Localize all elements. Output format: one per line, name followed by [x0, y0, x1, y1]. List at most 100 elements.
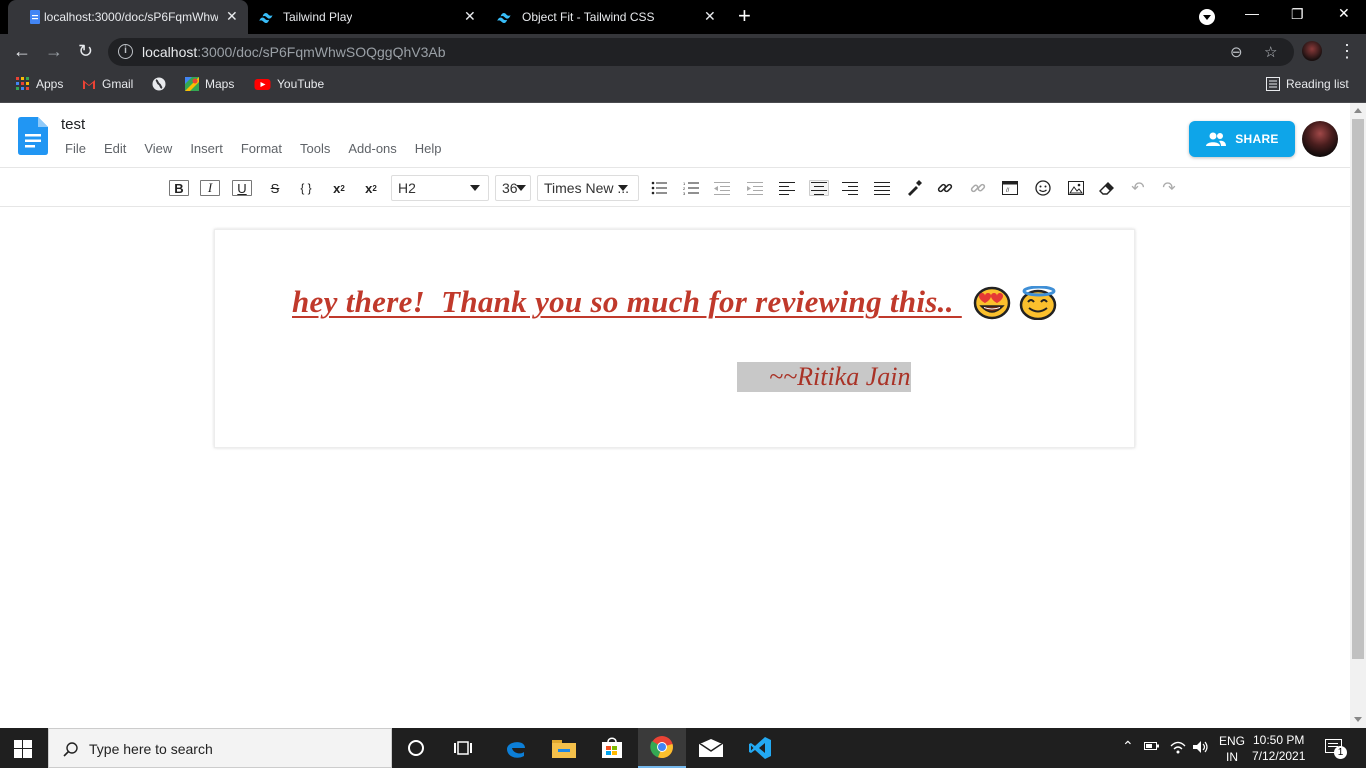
- cortana-icon[interactable]: [402, 734, 430, 762]
- forward-arrow-icon[interactable]: →: [45, 41, 63, 62]
- close-tab-icon[interactable]: ✕: [226, 8, 238, 25]
- chrome-taskbar-icon[interactable]: [638, 728, 686, 768]
- edge-browser-icon[interactable]: [502, 734, 530, 762]
- redo-icon[interactable]: ↷: [1159, 178, 1179, 198]
- undo-icon[interactable]: ↶: [1128, 178, 1148, 198]
- bookmark-maps[interactable]: Maps: [185, 77, 234, 91]
- taskbar-search-box[interactable]: Type here to search: [48, 728, 392, 768]
- wifi-icon[interactable]: [1170, 740, 1186, 757]
- scroll-down-arrow-icon[interactable]: [1354, 717, 1362, 722]
- italic-button[interactable]: I: [200, 180, 220, 196]
- heading-select[interactable]: H2: [391, 175, 489, 201]
- reload-icon[interactable]: ↻: [78, 41, 93, 62]
- bookmark-star-icon[interactable]: ☆: [1264, 43, 1277, 61]
- outdent-icon[interactable]: [712, 178, 732, 198]
- minimize-button[interactable]: —: [1245, 5, 1259, 21]
- bold-button[interactable]: B: [169, 180, 189, 196]
- subscript-icon[interactable]: x2: [361, 178, 381, 198]
- language-code: ENG: [1219, 734, 1246, 748]
- restore-button[interactable]: ❐: [1291, 6, 1304, 23]
- taskbar-search-placeholder: Type here to search: [89, 741, 213, 757]
- document-page[interactable]: hey there! Thank you so much for reviewi…: [214, 229, 1135, 448]
- strikethrough-button[interactable]: S: [265, 178, 285, 198]
- document-title[interactable]: test: [61, 116, 85, 133]
- scrollbar-thumb[interactable]: [1352, 119, 1364, 659]
- eraser-icon[interactable]: [1097, 178, 1117, 198]
- vertical-scrollbar[interactable]: [1350, 103, 1366, 728]
- file-explorer-icon[interactable]: [550, 734, 578, 762]
- menu-addons[interactable]: Add-ons: [348, 141, 396, 156]
- menu-format[interactable]: Format: [241, 141, 282, 156]
- bookmark-apps[interactable]: Apps: [16, 77, 63, 91]
- link-icon[interactable]: [935, 178, 955, 198]
- tab-localhost-doc[interactable]: localhost:3000/doc/sP6FqmWhw ✕: [8, 0, 248, 34]
- new-tab-button[interactable]: +: [738, 5, 751, 27]
- image-icon[interactable]: [1066, 178, 1086, 198]
- site-info-icon[interactable]: i: [118, 44, 133, 59]
- browser-tab-strip: localhost:3000/doc/sP6FqmWhw ✕ Tailwind …: [0, 0, 1366, 34]
- bookmark-label: Maps: [205, 77, 235, 91]
- code-button[interactable]: { }: [296, 178, 316, 198]
- color-picker-icon[interactable]: [904, 178, 924, 198]
- share-button[interactable]: SHARE: [1189, 121, 1295, 157]
- bookmark-globe[interactable]: [152, 77, 166, 91]
- bookmark-gmail[interactable]: Gmail: [82, 77, 133, 91]
- battery-icon[interactable]: [1144, 740, 1160, 755]
- align-right-icon[interactable]: [840, 178, 860, 198]
- emoji-icon[interactable]: [1033, 178, 1053, 198]
- bookmark-label: Apps: [36, 77, 64, 91]
- notification-center-icon[interactable]: 1: [1325, 739, 1347, 760]
- indent-icon[interactable]: [745, 178, 765, 198]
- numbered-list-icon[interactable]: 123: [681, 178, 701, 198]
- menu-edit[interactable]: Edit: [104, 141, 126, 156]
- address-bar[interactable]: i localhost:3000/doc/sP6FqmWhwSOQggQhV3A…: [108, 38, 1294, 66]
- reading-list-icon: [1266, 77, 1280, 91]
- close-tab-icon[interactable]: ✕: [464, 8, 476, 25]
- bookmark-label: YouTube: [277, 77, 325, 91]
- language-indicator[interactable]: ENG IN: [1219, 733, 1245, 765]
- font-size-select[interactable]: 36: [495, 175, 531, 201]
- document-signature-line[interactable]: ~~Ritika Jain: [737, 362, 911, 392]
- tab-object-fit[interactable]: Object Fit - Tailwind CSS ✕: [488, 0, 724, 34]
- menu-help[interactable]: Help: [415, 141, 442, 156]
- profile-avatar[interactable]: [1302, 41, 1322, 61]
- unlink-icon[interactable]: [968, 178, 988, 198]
- tray-chevron-icon[interactable]: ⌃: [1122, 738, 1134, 755]
- tab-tailwind-play[interactable]: Tailwind Play ✕: [250, 0, 486, 34]
- microsoft-store-icon[interactable]: [598, 734, 626, 762]
- align-justify-icon[interactable]: [872, 178, 892, 198]
- close-window-button[interactable]: ✕: [1338, 5, 1350, 22]
- bullet-list-icon[interactable]: [649, 178, 669, 198]
- windows-start-icon[interactable]: [14, 740, 32, 758]
- close-tab-icon[interactable]: ✕: [704, 8, 716, 25]
- menu-tools[interactable]: Tools: [300, 141, 330, 156]
- embed-icon[interactable]: //: [1000, 178, 1020, 198]
- volume-icon[interactable]: [1193, 740, 1209, 757]
- mail-icon[interactable]: [697, 734, 725, 762]
- bookmark-youtube[interactable]: YouTube: [254, 77, 324, 91]
- tailwind-logo-icon: [497, 13, 511, 23]
- menu-file[interactable]: File: [65, 141, 86, 156]
- document-heading-line[interactable]: hey there! Thank you so much for reviewi…: [292, 284, 962, 320]
- user-avatar[interactable]: [1302, 121, 1338, 157]
- tab-search-icon[interactable]: [1199, 9, 1215, 25]
- align-left-icon[interactable]: [777, 178, 797, 198]
- menu-insert[interactable]: Insert: [190, 141, 223, 156]
- editor-canvas: hey there! Thank you so much for reviewi…: [0, 207, 1350, 728]
- zoom-icon[interactable]: ⊖: [1230, 43, 1243, 61]
- scroll-up-arrow-icon[interactable]: [1354, 108, 1362, 113]
- chevron-down-icon: [516, 185, 526, 191]
- font-family-select[interactable]: Times New ...: [537, 175, 639, 201]
- url-text[interactable]: localhost:3000/doc/sP6FqmWhwSOQggQhV3Ab: [142, 44, 446, 60]
- menu-bar: File Edit View Insert Format Tools Add-o…: [65, 141, 460, 156]
- vscode-icon[interactable]: [746, 734, 774, 762]
- taskbar-clock[interactable]: 10:50 PM 7/12/2021: [1252, 732, 1305, 764]
- reading-list-button[interactable]: Reading list: [1266, 77, 1349, 91]
- superscript-icon[interactable]: x2: [329, 178, 349, 198]
- task-view-icon[interactable]: [450, 734, 478, 762]
- back-arrow-icon[interactable]: ←: [13, 41, 31, 62]
- menu-view[interactable]: View: [144, 141, 172, 156]
- underline-button[interactable]: U: [232, 180, 252, 196]
- align-center-icon[interactable]: [809, 180, 829, 196]
- kebab-menu-icon[interactable]: ⋮: [1338, 41, 1356, 62]
